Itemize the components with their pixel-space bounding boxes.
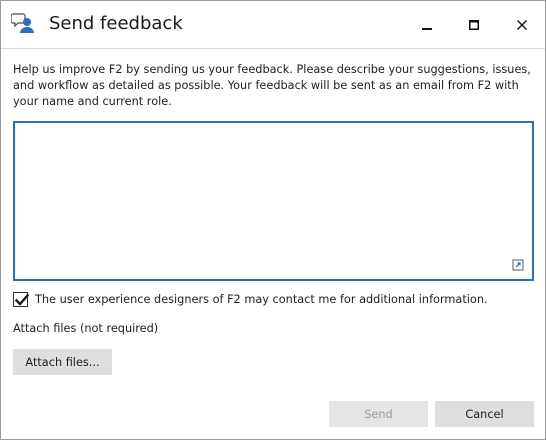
window-title: Send feedback — [49, 13, 183, 34]
minimize-icon — [422, 20, 432, 30]
contact-permission-checkbox[interactable] — [13, 292, 30, 307]
feedback-speech-bubbles-icon — [10, 11, 35, 35]
maximize-icon — [469, 19, 479, 30]
minimize-button[interactable] — [404, 1, 450, 48]
attach-files-button[interactable]: Attach files... — [13, 349, 112, 375]
resize-grip-icon[interactable] — [510, 257, 526, 273]
attach-files-label: Attach files (not required) — [13, 322, 159, 335]
title-bar[interactable]: Send feedback — [1, 1, 545, 48]
maximize-button[interactable] — [451, 1, 497, 48]
feedback-description: Help us improve F2 by sending us your fe… — [13, 63, 531, 108]
feedback-dialog: Send feedback Help us improve F2 by send… — [0, 0, 546, 440]
send-button[interactable]: Send — [329, 401, 428, 427]
close-button[interactable] — [499, 1, 545, 48]
feedback-textarea[interactable] — [13, 121, 534, 281]
contact-permission-label[interactable]: The user experience designers of F2 may … — [35, 293, 488, 306]
cancel-button[interactable]: Cancel — [435, 401, 534, 427]
title-separator — [1, 48, 545, 49]
close-icon — [517, 19, 527, 30]
